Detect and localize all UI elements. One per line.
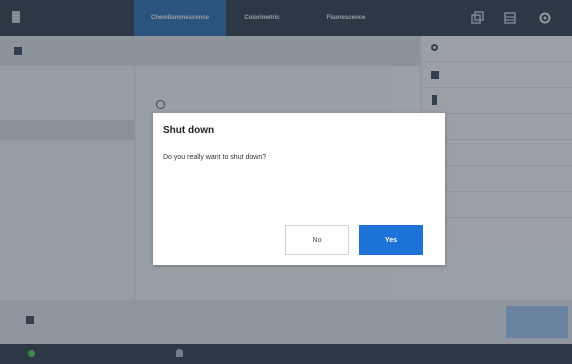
dialog-message: Do you really want to shut down? (163, 154, 267, 161)
dialog-title: Shut down (163, 125, 215, 136)
no-button[interactable]: No (285, 225, 349, 255)
shutdown-dialog: Shut down Do you really want to shut dow… (153, 113, 445, 265)
yes-button[interactable]: Yes (359, 225, 423, 255)
